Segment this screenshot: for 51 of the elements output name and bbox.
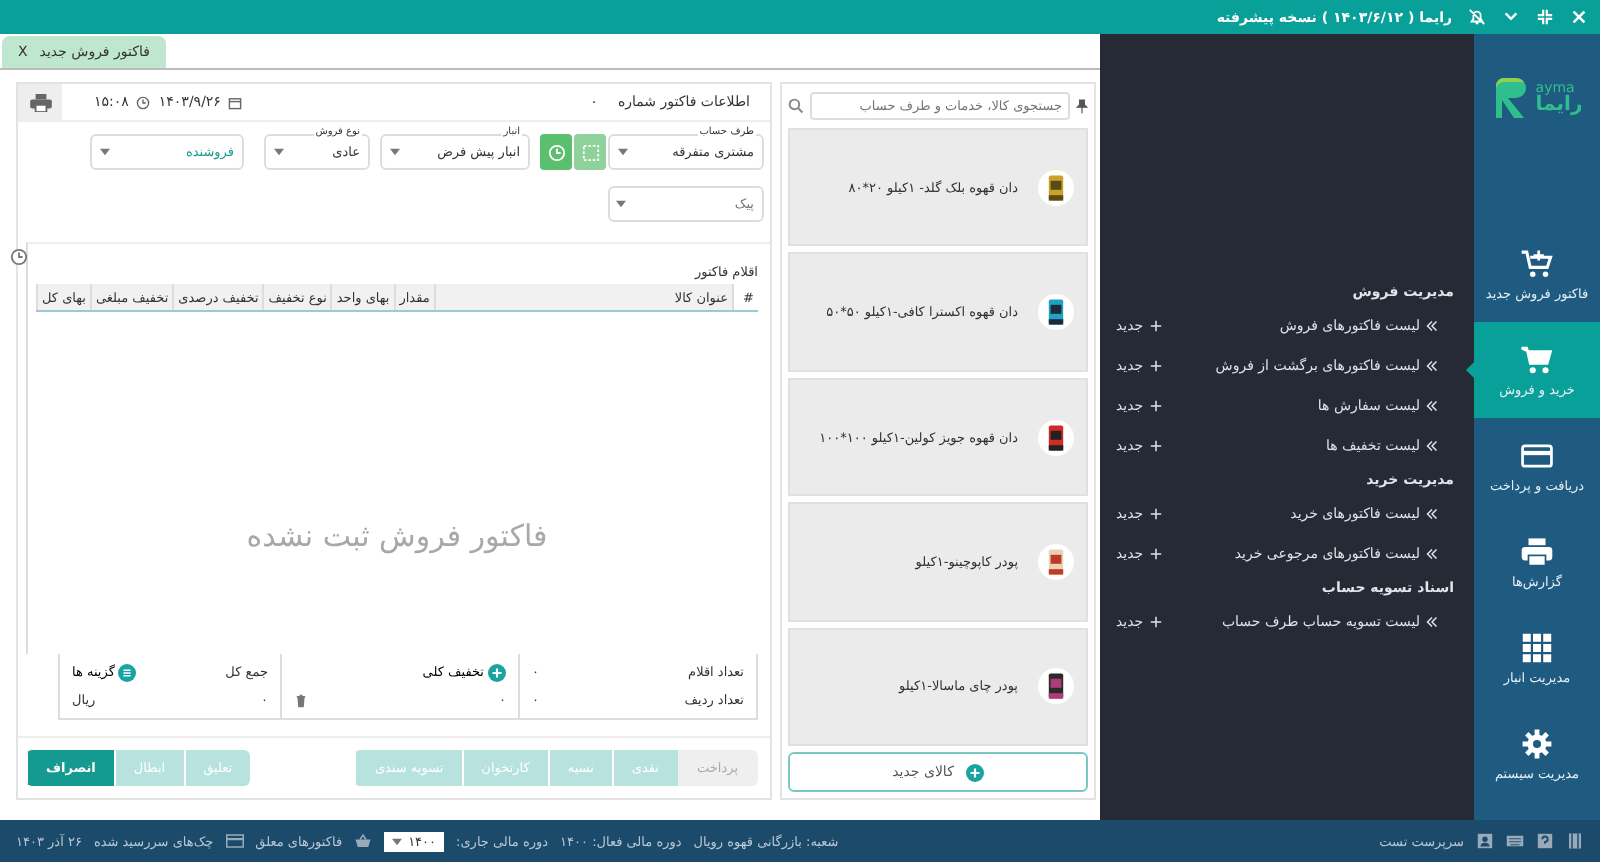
printer-icon <box>29 93 51 111</box>
printer-icon <box>1520 535 1554 567</box>
keyboard-icon[interactable] <box>1506 832 1524 850</box>
pin-icon[interactable] <box>1076 98 1088 114</box>
plus-icon <box>488 663 506 682</box>
double-chevron-icon <box>1426 508 1438 520</box>
credit-card-icon <box>1520 439 1554 471</box>
grid-icon <box>1520 631 1554 663</box>
double-chevron-icon <box>1426 616 1438 628</box>
caret-icon <box>618 148 628 156</box>
close-icon[interactable] <box>1570 8 1588 26</box>
caret-icon <box>274 148 284 156</box>
calendar-icon <box>228 95 243 109</box>
user-icon <box>1476 832 1494 850</box>
caret-icon <box>100 148 110 156</box>
double-chevron-icon <box>1426 400 1438 412</box>
help-icon[interactable] <box>1536 832 1554 850</box>
clock-icon <box>547 143 565 161</box>
plus-icon <box>1149 548 1162 560</box>
clock-icon <box>136 95 151 109</box>
caret-icon <box>392 837 403 845</box>
expand-icon[interactable] <box>1536 8 1554 26</box>
double-chevron-icon <box>1426 320 1438 332</box>
double-chevron-icon <box>1426 360 1438 372</box>
plus-icon <box>965 763 984 782</box>
menu-icon <box>118 663 137 682</box>
double-chevron-icon <box>1426 440 1438 452</box>
settings-icon <box>1520 727 1554 759</box>
cart-plus-icon <box>1520 247 1554 279</box>
plus-icon <box>1149 616 1162 628</box>
double-chevron-icon <box>1426 548 1438 560</box>
plus-icon <box>1149 400 1162 412</box>
empty-message: فاکتور فروش ثبت نشده <box>246 518 548 554</box>
print-button[interactable] <box>18 84 62 120</box>
calculator-icon[interactable] <box>1566 832 1584 850</box>
credit-card-icon <box>225 832 244 850</box>
search-icon[interactable] <box>788 98 804 114</box>
selection-icon <box>581 143 599 161</box>
caret-icon[interactable] <box>616 200 626 208</box>
chevron-down-icon[interactable] <box>1502 8 1520 26</box>
basket-icon <box>354 832 373 850</box>
plus-icon <box>1149 320 1162 332</box>
cart-icon <box>1520 343 1554 375</box>
history-icon[interactable] <box>10 248 28 266</box>
caret-icon <box>390 148 400 156</box>
bell-off-icon[interactable] <box>1468 8 1486 26</box>
plus-icon <box>1149 508 1162 520</box>
plus-icon <box>1149 360 1162 372</box>
plus-icon <box>1149 440 1162 452</box>
history-button[interactable] <box>540 134 572 170</box>
trash-icon[interactable] <box>294 693 308 708</box>
